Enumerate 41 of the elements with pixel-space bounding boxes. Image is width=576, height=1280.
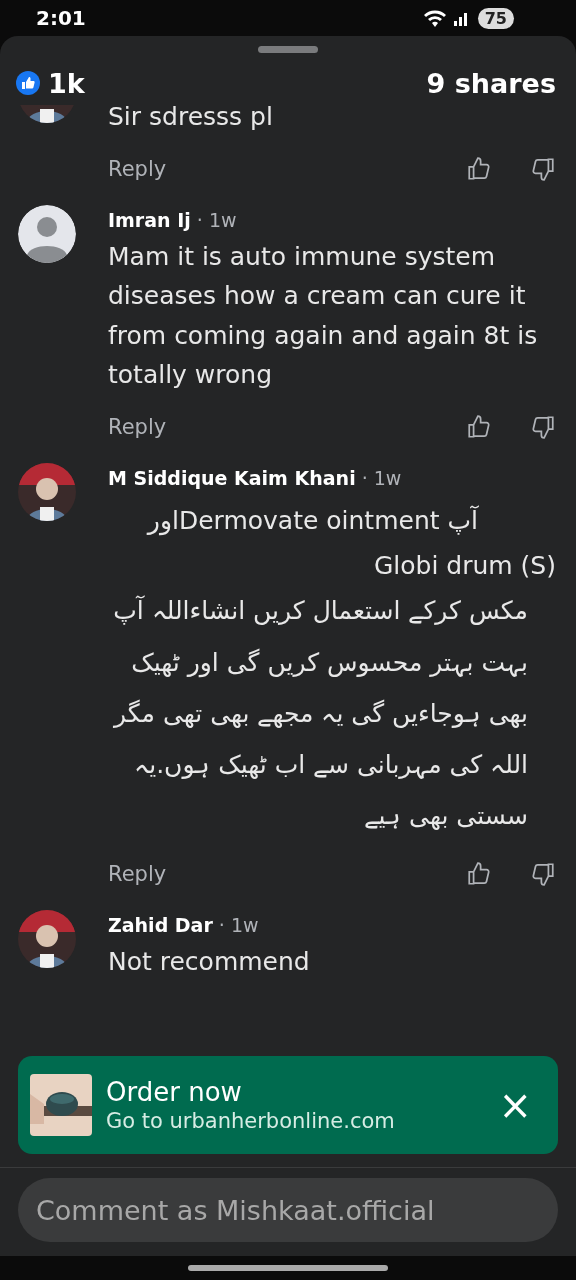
avatar[interactable] (18, 204, 76, 263)
shares-count[interactable]: 9 shares (426, 67, 556, 99)
reply-button[interactable]: Reply (108, 861, 167, 886)
comment-time: · 1w (361, 466, 402, 489)
comment-text: Sir sdresss pl (108, 105, 274, 133)
thumbs-down-icon (530, 413, 556, 440)
like-button[interactable] (466, 155, 492, 182)
comment-time: · 1w (196, 208, 237, 231)
thumbs-up-icon (466, 413, 492, 440)
ad-link[interactable]: Go to urbanherbonline.com (106, 1109, 471, 1133)
wifi-icon (423, 9, 446, 27)
comment-text: آپ Dermovate ointmentاور (146, 504, 478, 538)
dislike-button[interactable] (530, 860, 556, 887)
close-button[interactable]: × (484, 1082, 546, 1128)
dislike-button[interactable] (530, 413, 556, 440)
thumbs-up-icon (466, 860, 492, 887)
comment-author[interactable]: M Siddique Kaim Khani (108, 466, 356, 489)
comment-time: · 1w (218, 913, 259, 936)
reaction-count[interactable]: 1k (48, 67, 85, 99)
reply-button[interactable]: Reply (108, 156, 167, 181)
comment-text: Mam it is auto immune system diseases how a cream can cure it from coming again and again 8t is totally wrong (108, 240, 539, 391)
signal-icon (453, 10, 470, 26)
like-button[interactable] (466, 413, 492, 440)
comment-text: Globi drum (S) (372, 549, 556, 582)
reply-button[interactable]: Reply (108, 414, 167, 439)
comment-text: Not recommend (108, 945, 311, 978)
battery-level: 75 (477, 7, 514, 29)
like-icon (16, 71, 40, 95)
ad-title: Order now (106, 1077, 243, 1107)
ad-banner[interactable]: Order now Go to urbanherbonline.com × (18, 1056, 558, 1154)
comment-input[interactable]: Comment as Mishkaat.official (18, 1178, 558, 1242)
thumbs-down-icon (530, 155, 556, 182)
comment-author[interactable]: Imran Ij (108, 208, 191, 231)
drag-handle[interactable] (258, 46, 318, 53)
thumbs-down-icon (530, 860, 556, 887)
status-time: 2:01 (36, 6, 86, 30)
thumbs-up-icon (466, 155, 492, 182)
like-button[interactable] (466, 860, 492, 887)
comment-author[interactable]: Zahid Dar (108, 913, 213, 936)
comment-text: مکس کرکے استعمال کریں انشاءاللہ آپ بہت بہتر محسوس کریں گی اور ٹھیک بھی ہوجاءیں گی یہ مجھے بھی تھی مگر اللہ کی مہربانی سے اب ٹھیک ہوں.یہ سستی بھی ہیے (112, 594, 528, 833)
dislike-button[interactable] (530, 155, 556, 182)
